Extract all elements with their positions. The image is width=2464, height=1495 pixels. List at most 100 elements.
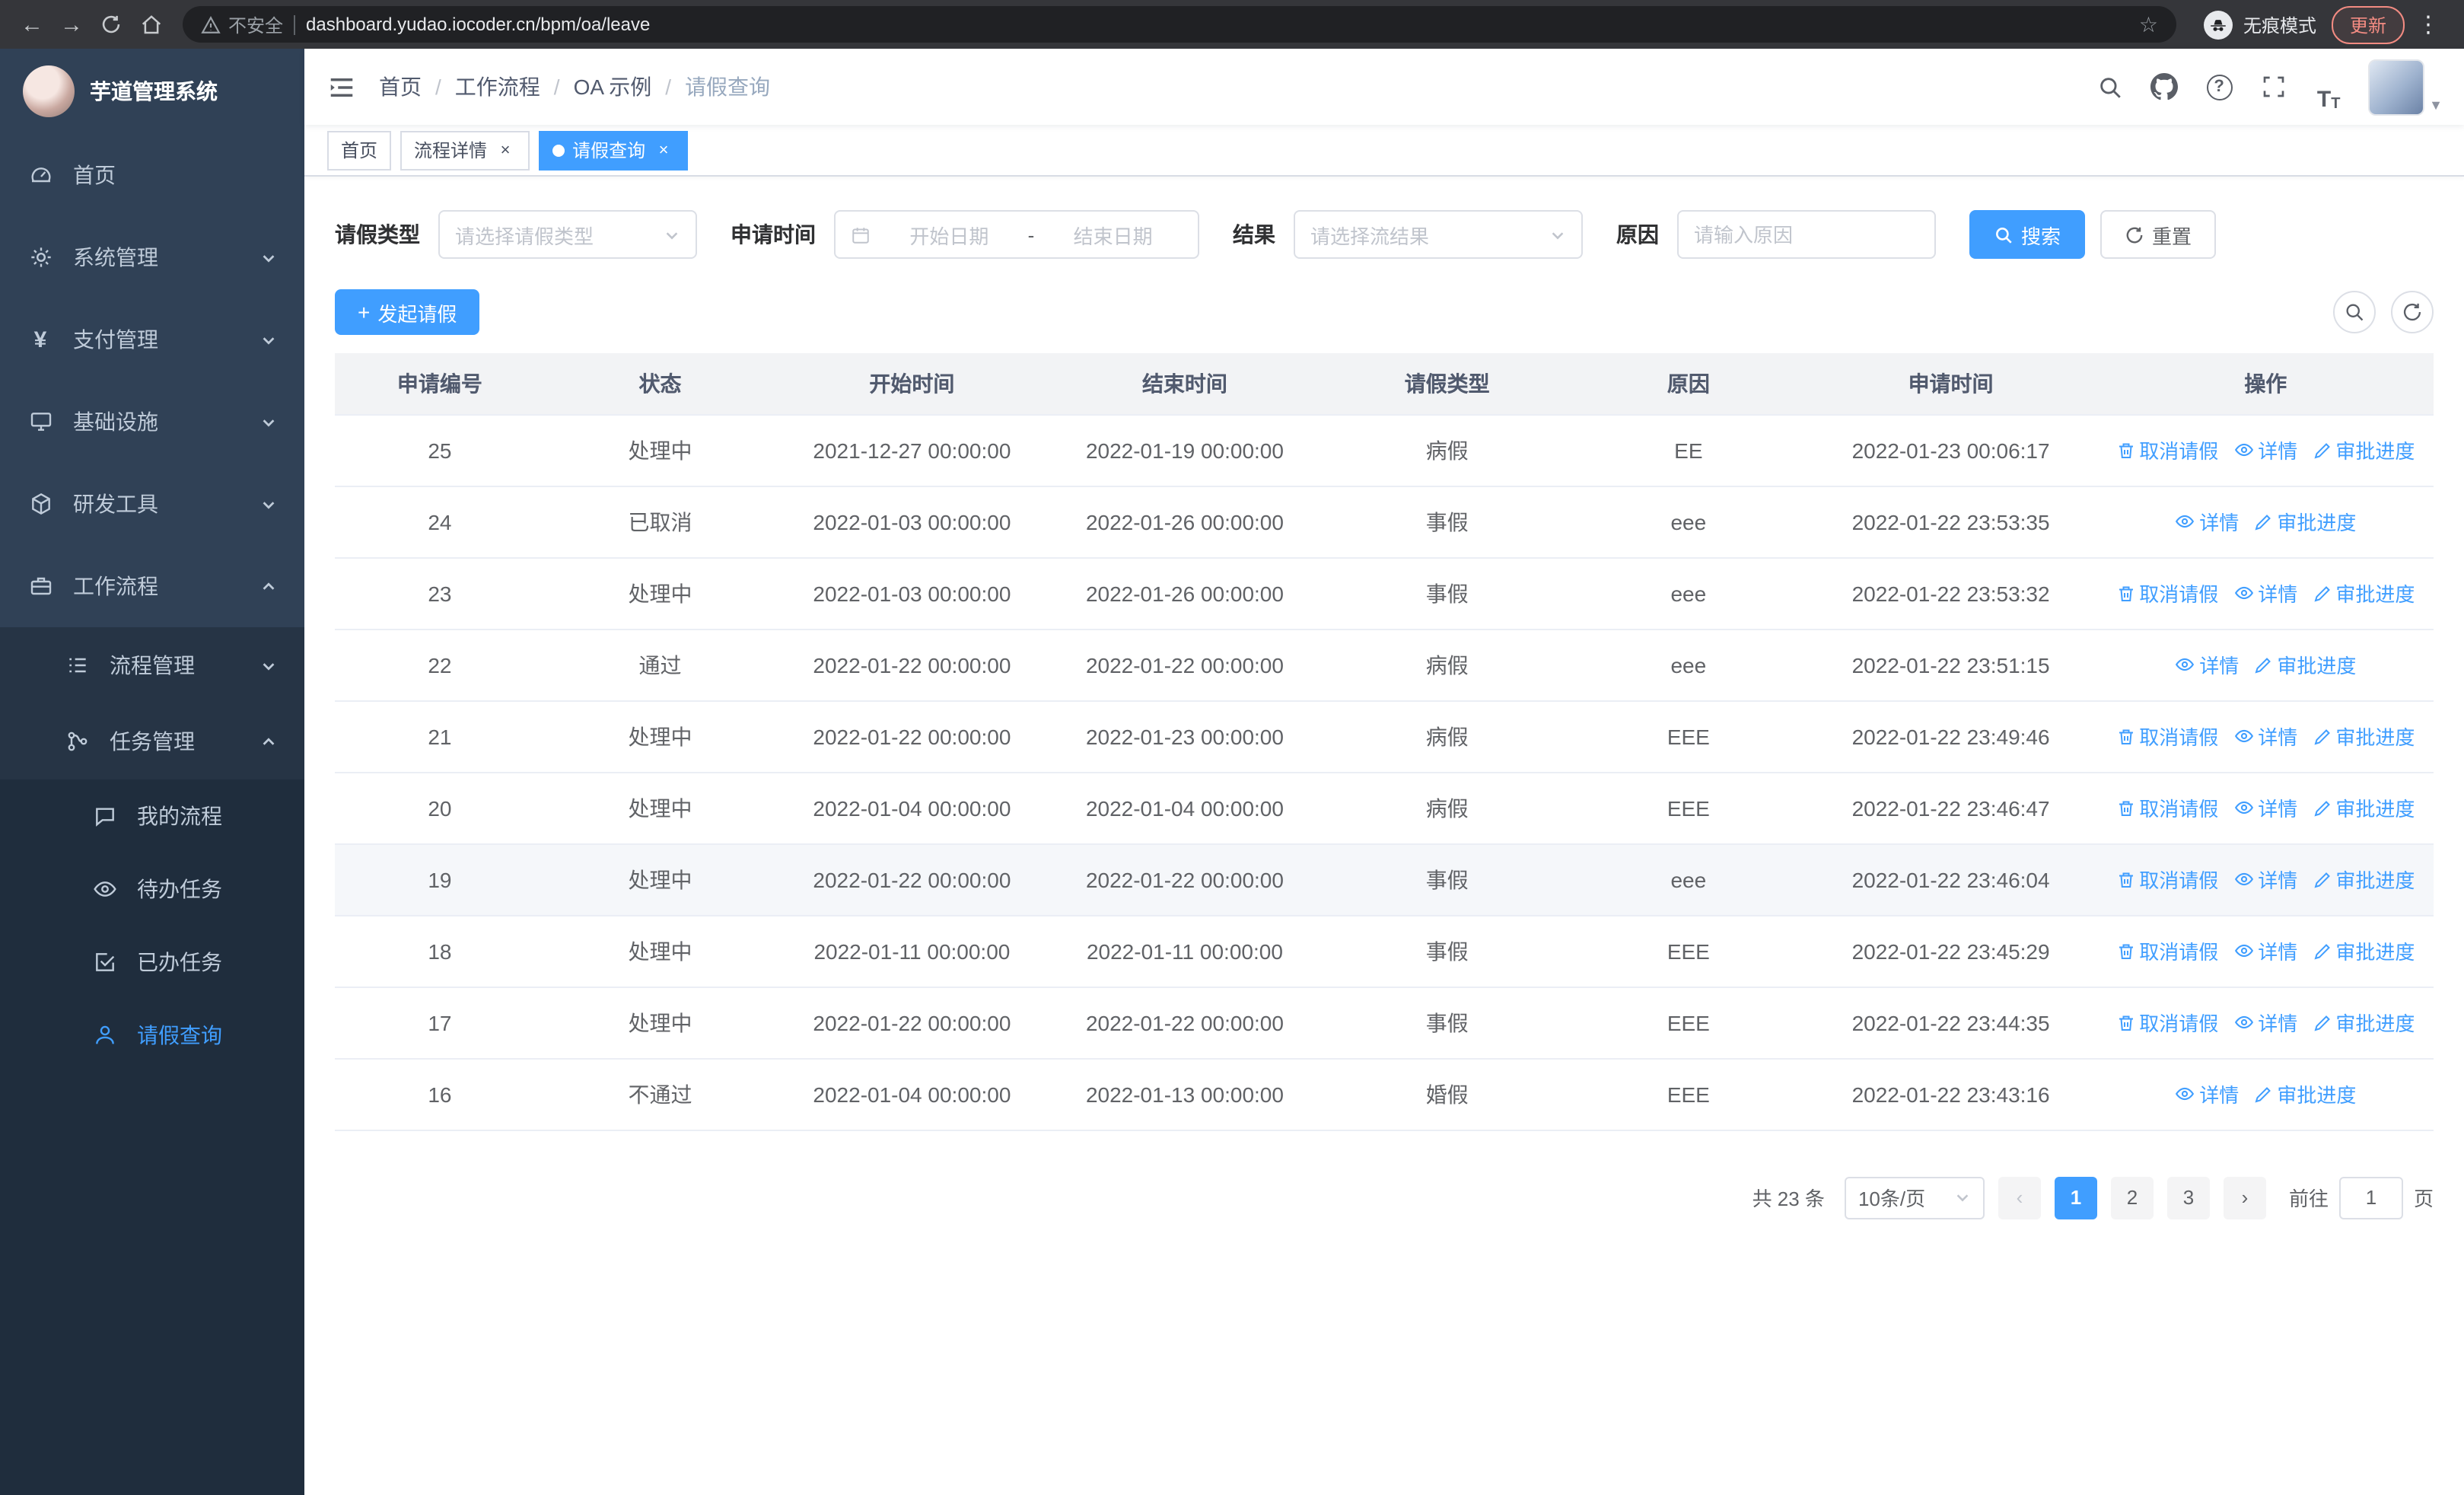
devtools-icon: [27, 491, 53, 517]
home-icon[interactable]: [131, 5, 170, 44]
back-icon[interactable]: ←: [12, 5, 52, 44]
user-menu[interactable]: ▼: [2368, 59, 2443, 115]
github-icon[interactable]: [2140, 61, 2189, 113]
task-icon: [64, 728, 90, 754]
cell-id: 16: [335, 1058, 545, 1130]
sidebar-item-home[interactable]: 首页: [0, 134, 304, 216]
page-buttons: 123: [2054, 1176, 2210, 1219]
tag-leave-query[interactable]: 请假查询 ×: [539, 130, 689, 170]
approval-progress-link[interactable]: 审批进度: [2254, 1080, 2356, 1109]
cell-apply-time: 2022-01-22 23:43:16: [1803, 1058, 2098, 1130]
cell-start-time: 2022-01-22 00:00:00: [775, 843, 1049, 916]
detail-link[interactable]: 详情: [2233, 722, 2297, 751]
reset-button[interactable]: 重置: [2100, 210, 2217, 259]
cell-status: 处理中: [544, 987, 776, 1059]
sidebar-item-task-management[interactable]: 任务管理: [0, 703, 304, 779]
page-button-3[interactable]: 3: [2166, 1176, 2210, 1219]
result-select[interactable]: 请选择流结果: [1294, 210, 1583, 259]
breadcrumb-item[interactable]: 工作流程: [455, 72, 540, 102]
sidebar-item-infrastructure[interactable]: 基础设施: [0, 381, 304, 463]
close-icon[interactable]: ×: [653, 139, 674, 161]
cell-status: 处理中: [544, 414, 776, 486]
cancel-leave-link[interactable]: 取消请假: [2116, 436, 2218, 465]
apply-time-range-picker[interactable]: 开始日期 - 结束日期: [834, 210, 1199, 259]
next-page-button[interactable]: ›: [2223, 1176, 2266, 1219]
detail-link[interactable]: 详情: [2233, 435, 2297, 464]
page-size-select[interactable]: 10条/页: [1844, 1176, 1985, 1219]
tag-process-detail[interactable]: 流程详情 ×: [400, 130, 530, 170]
search-button[interactable]: 搜索: [1969, 210, 2086, 259]
hamburger-icon[interactable]: [304, 72, 379, 101]
approval-progress-link[interactable]: 审批进度: [2313, 1009, 2415, 1038]
detail-link[interactable]: 详情: [2175, 650, 2239, 679]
detail-link[interactable]: 详情: [2233, 936, 2297, 965]
approval-progress-link[interactable]: 审批进度: [2313, 865, 2415, 894]
sidebar-item-payment[interactable]: ¥ 支付管理: [0, 298, 304, 381]
approval-progress-link[interactable]: 审批进度: [2313, 937, 2415, 966]
leave-type-select[interactable]: 请选择请假类型: [438, 210, 697, 259]
close-icon[interactable]: ×: [495, 139, 516, 161]
cell-leave-type: 事假: [1321, 987, 1574, 1059]
sidebar-item-todo-tasks[interactable]: 待办任务: [0, 853, 304, 926]
url-text[interactable]: dashboard.yudao.iocoder.cn/bpm/oa/leave: [306, 14, 650, 35]
approval-progress-link[interactable]: 审批进度: [2313, 579, 2415, 608]
browser-menu-icon[interactable]: ⋮: [2405, 11, 2452, 38]
sidebar-item-devtools[interactable]: 研发工具: [0, 463, 304, 545]
prev-page-button[interactable]: ‹: [1998, 1176, 2041, 1219]
cancel-leave-link[interactable]: 取消请假: [2116, 1009, 2218, 1038]
detail-link[interactable]: 详情: [2233, 579, 2297, 607]
help-icon[interactable]: ?: [2195, 61, 2243, 113]
cell-leave-type: 病假: [1321, 772, 1574, 844]
security-warning[interactable]: 不安全: [201, 11, 283, 37]
approval-progress-link[interactable]: 审批进度: [2254, 508, 2356, 537]
search-icon[interactable]: [2085, 61, 2134, 113]
sidebar-item-process-management[interactable]: 流程管理: [0, 627, 304, 703]
page-button-1[interactable]: 1: [2054, 1176, 2097, 1219]
page-button-2[interactable]: 2: [2110, 1176, 2154, 1219]
cancel-leave-link[interactable]: 取消请假: [2116, 937, 2218, 966]
approval-progress-link[interactable]: 审批进度: [2313, 722, 2415, 751]
active-dot: [552, 144, 565, 156]
sidebar-item-my-process[interactable]: 我的流程: [0, 779, 304, 853]
tag-home[interactable]: 首页: [327, 130, 392, 170]
reason-input[interactable]: [1677, 210, 1936, 259]
cancel-leave-link[interactable]: 取消请假: [2116, 722, 2218, 751]
detail-link[interactable]: 详情: [2175, 507, 2239, 536]
approval-progress-link[interactable]: 审批进度: [2313, 436, 2415, 465]
goto-page-input[interactable]: [2338, 1176, 2403, 1219]
toggle-search-button[interactable]: [2333, 291, 2376, 333]
create-leave-button[interactable]: + 发起请假: [335, 289, 480, 335]
goto-label: 前往: [2288, 1187, 2329, 1210]
cell-start-time: 2022-01-04 00:00:00: [775, 1058, 1049, 1130]
font-size-icon[interactable]: TT: [2304, 61, 2353, 113]
detail-link[interactable]: 详情: [2233, 793, 2297, 822]
forward-icon[interactable]: →: [52, 5, 91, 44]
sidebar-item-workflow[interactable]: 工作流程: [0, 545, 304, 627]
cell-start-time: 2022-01-22 00:00:00: [775, 987, 1049, 1059]
approval-progress-link[interactable]: 审批进度: [2313, 794, 2415, 823]
avatar[interactable]: [2368, 59, 2425, 115]
refresh-icon[interactable]: [91, 5, 131, 44]
detail-link[interactable]: 详情: [2233, 1008, 2297, 1037]
fullscreen-icon[interactable]: [2249, 61, 2298, 113]
approval-progress-link[interactable]: 审批进度: [2254, 651, 2356, 680]
bookmark-star-icon[interactable]: ☆: [2139, 11, 2158, 37]
refresh-table-button[interactable]: [2391, 291, 2434, 333]
breadcrumb-separator: /: [553, 75, 560, 99]
breadcrumb-item[interactable]: 首页: [379, 72, 422, 102]
sidebar-item-done-tasks[interactable]: 已办任务: [0, 926, 304, 999]
url-bar[interactable]: 不安全 dashboard.yudao.iocoder.cn/bpm/oa/le…: [183, 6, 2176, 43]
cancel-leave-link[interactable]: 取消请假: [2116, 794, 2218, 823]
detail-link[interactable]: 详情: [2233, 865, 2297, 894]
sidebar-item-leave-query[interactable]: 请假查询: [0, 999, 304, 1072]
cell-status: 处理中: [544, 557, 776, 630]
sidebar-item-system[interactable]: 系统管理: [0, 216, 304, 298]
cell-start-time: 2022-01-03 00:00:00: [775, 486, 1049, 558]
cancel-leave-link[interactable]: 取消请假: [2116, 579, 2218, 608]
browser-update-button[interactable]: 更新: [2331, 5, 2405, 43]
breadcrumb-item[interactable]: OA 示例: [574, 72, 652, 102]
detail-link[interactable]: 详情: [2175, 1079, 2239, 1108]
cancel-leave-link[interactable]: 取消请假: [2116, 865, 2218, 894]
sidebar-logo[interactable]: 芋道管理系统: [0, 49, 304, 134]
browser-chrome: ← → 不安全 dashboard.yudao.iocoder.cn/bpm/o…: [0, 0, 2464, 49]
